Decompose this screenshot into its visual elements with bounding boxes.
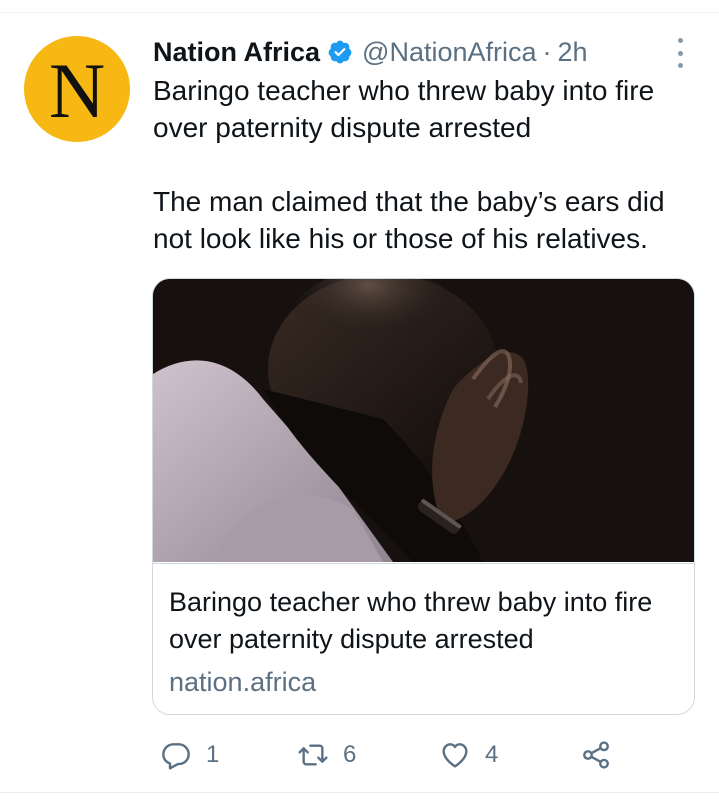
- tweet-text-headline: Baringo teacher who threw baby into fire…: [153, 75, 655, 143]
- tweet-actions: 1 6 4: [0, 730, 719, 780]
- timestamp[interactable]: 2h: [558, 38, 588, 66]
- display-name[interactable]: Nation Africa: [153, 38, 320, 66]
- verified-badge-icon: [328, 40, 352, 64]
- tweet-text-body: The man claimed that the baby’s ears did…: [153, 186, 665, 254]
- card-image[interactable]: [153, 279, 694, 562]
- reply-count: 1: [206, 741, 220, 768]
- tweet-header: Nation Africa @NationAfrica · 2h: [153, 32, 588, 72]
- separator: ·: [542, 36, 552, 67]
- handle[interactable]: @NationAfrica: [362, 38, 536, 66]
- reply-button[interactable]: 1: [160, 738, 219, 772]
- card-body[interactable]: Baringo teacher who threw baby into fire…: [153, 563, 694, 714]
- share-icon: [583, 741, 609, 769]
- like-count: 4: [485, 741, 499, 768]
- more-options-icon[interactable]: [670, 38, 690, 68]
- avatar-letter: N: [48, 47, 106, 134]
- heart-icon: [442, 743, 468, 768]
- tweet[interactable]: N Nation Africa @NationAfrica · 2h Barin…: [0, 0, 719, 804]
- bottom-divider: [0, 792, 719, 793]
- retweet-count: 6: [343, 741, 357, 768]
- card-domain[interactable]: nation.africa: [169, 664, 316, 701]
- reply-icon: [162, 743, 190, 770]
- card-title[interactable]: Baringo teacher who threw baby into fire…: [169, 584, 669, 658]
- retweet-icon: [298, 744, 328, 766]
- tweet-text: Baringo teacher who threw baby into fire…: [153, 72, 703, 257]
- top-divider: [0, 12, 719, 13]
- like-button[interactable]: 4: [439, 738, 498, 772]
- avatar[interactable]: N: [24, 36, 130, 142]
- retweet-button[interactable]: 6: [297, 738, 356, 772]
- link-card[interactable]: Baringo teacher who threw baby into fire…: [152, 278, 695, 715]
- share-button[interactable]: [580, 738, 612, 772]
